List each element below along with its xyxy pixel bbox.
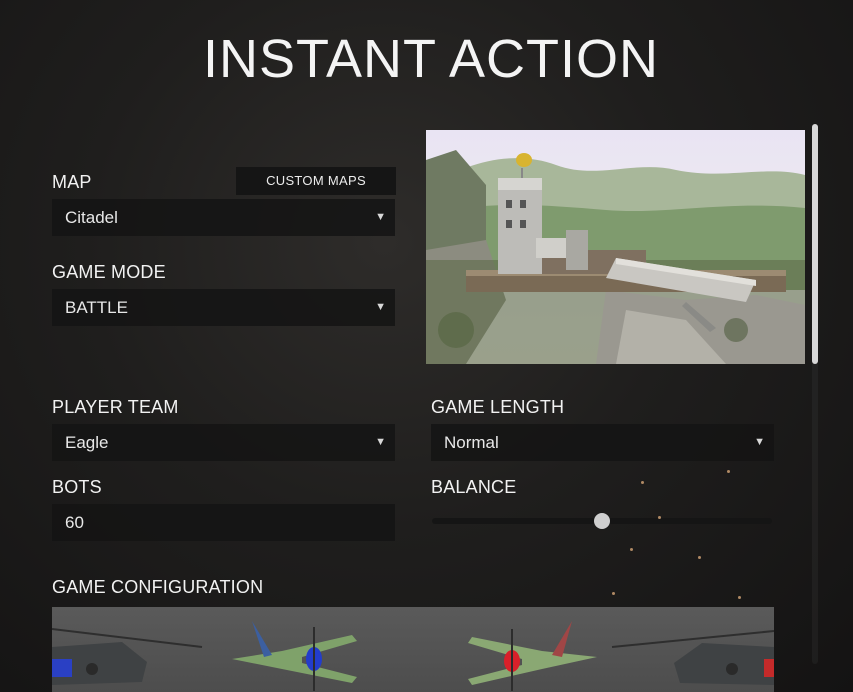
helicopter-icon bbox=[611, 630, 774, 685]
helicopter-icon bbox=[52, 628, 203, 685]
game-configuration-label: GAME CONFIGURATION bbox=[52, 577, 264, 597]
chevron-down-icon: ▼ bbox=[375, 436, 386, 448]
chevron-down-icon: ▼ bbox=[375, 301, 386, 313]
ember-particle bbox=[641, 481, 644, 484]
balance-slider-thumb[interactable] bbox=[594, 513, 610, 529]
custom-maps-button[interactable]: CUSTOM MAPS bbox=[236, 167, 396, 195]
ember-particle bbox=[698, 556, 701, 559]
map-preview-image bbox=[426, 130, 805, 364]
map-label: MAP bbox=[52, 172, 92, 192]
game-length-select[interactable]: Normal ▼ bbox=[431, 424, 774, 461]
bots-value: 60 bbox=[65, 513, 84, 532]
game-mode-label: GAME MODE bbox=[52, 262, 166, 282]
player-team-value: Eagle bbox=[65, 433, 109, 452]
bots-label: BOTS bbox=[52, 477, 102, 497]
aircraft-icon bbox=[468, 621, 597, 691]
balance-slider[interactable] bbox=[432, 513, 772, 529]
balance-label: BALANCE bbox=[431, 477, 517, 497]
ember-particle bbox=[658, 516, 661, 519]
ember-particle bbox=[612, 592, 615, 595]
map-select-value: Citadel bbox=[65, 208, 118, 227]
player-team-label: PLAYER TEAM bbox=[52, 397, 179, 417]
scrollbar[interactable] bbox=[812, 124, 818, 664]
page-title: INSTANT ACTION bbox=[202, 29, 660, 89]
game-length-value: Normal bbox=[444, 433, 499, 452]
map-select[interactable]: Citadel ▼ bbox=[52, 199, 395, 236]
game-length-label: GAME LENGTH bbox=[431, 397, 565, 417]
game-configuration-preview bbox=[52, 607, 774, 692]
player-team-select[interactable]: Eagle ▼ bbox=[52, 424, 395, 461]
bots-input[interactable]: 60 bbox=[52, 504, 395, 541]
game-mode-select[interactable]: BATTLE ▼ bbox=[52, 289, 395, 326]
ember-particle bbox=[727, 470, 730, 473]
ember-particle bbox=[630, 548, 633, 551]
chevron-down-icon: ▼ bbox=[375, 211, 386, 223]
aircraft-icon bbox=[232, 621, 357, 691]
ember-particle bbox=[738, 596, 741, 599]
game-mode-value: BATTLE bbox=[65, 298, 128, 317]
chevron-down-icon: ▼ bbox=[754, 436, 765, 448]
scrollbar-thumb[interactable] bbox=[812, 124, 818, 364]
